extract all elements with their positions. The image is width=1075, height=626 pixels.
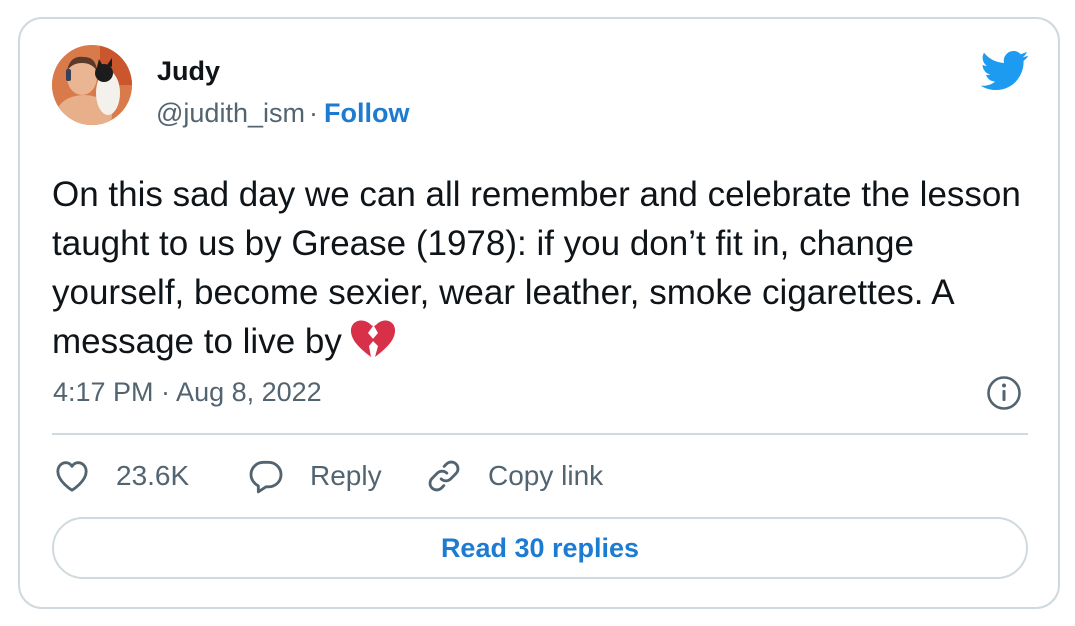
reply-button[interactable]: Reply — [246, 453, 382, 499]
like-count: 23.6K — [116, 460, 190, 491]
author-handle-row: @judith_ism · Follow — [156, 98, 409, 129]
tweet-timestamp[interactable]: 4:17 PM · Aug 8, 2022 — [53, 377, 322, 408]
copy-link-label: Copy link — [488, 460, 604, 491]
divider — [52, 433, 1028, 435]
info-icon[interactable] — [986, 375, 1022, 411]
reply-label: Reply — [310, 460, 382, 491]
tweet-text: On this sad day we can all remember and … — [52, 170, 1042, 366]
tweet-body: On this sad day we can all remember and … — [52, 175, 1021, 361]
tweet-card: Judy @judith_ism · Follow On this sad day … — [18, 17, 1060, 609]
author-handle[interactable]: @judith_ism — [156, 98, 305, 128]
avatar[interactable] — [52, 45, 132, 125]
link-icon — [428, 460, 460, 492]
like-button[interactable]: 23.6K — [52, 453, 189, 499]
copy-link-button[interactable]: Copy link — [424, 453, 603, 499]
twitter-bird-icon[interactable] — [980, 51, 1030, 91]
author-name[interactable]: Judy — [157, 56, 220, 87]
handle-separator: · — [308, 98, 318, 128]
follow-link[interactable]: Follow — [324, 98, 409, 128]
broken-heart-emoji — [350, 320, 395, 357]
heart-icon — [56, 461, 88, 492]
read-replies-label: Read 30 replies — [440, 532, 640, 563]
read-replies-button[interactable]: Read 30 replies — [52, 517, 1028, 579]
reply-bubble-icon — [249, 460, 283, 494]
tweet-actions: 23.6K Reply Copy link — [52, 453, 1028, 499]
avatar-photo — [52, 45, 132, 125]
